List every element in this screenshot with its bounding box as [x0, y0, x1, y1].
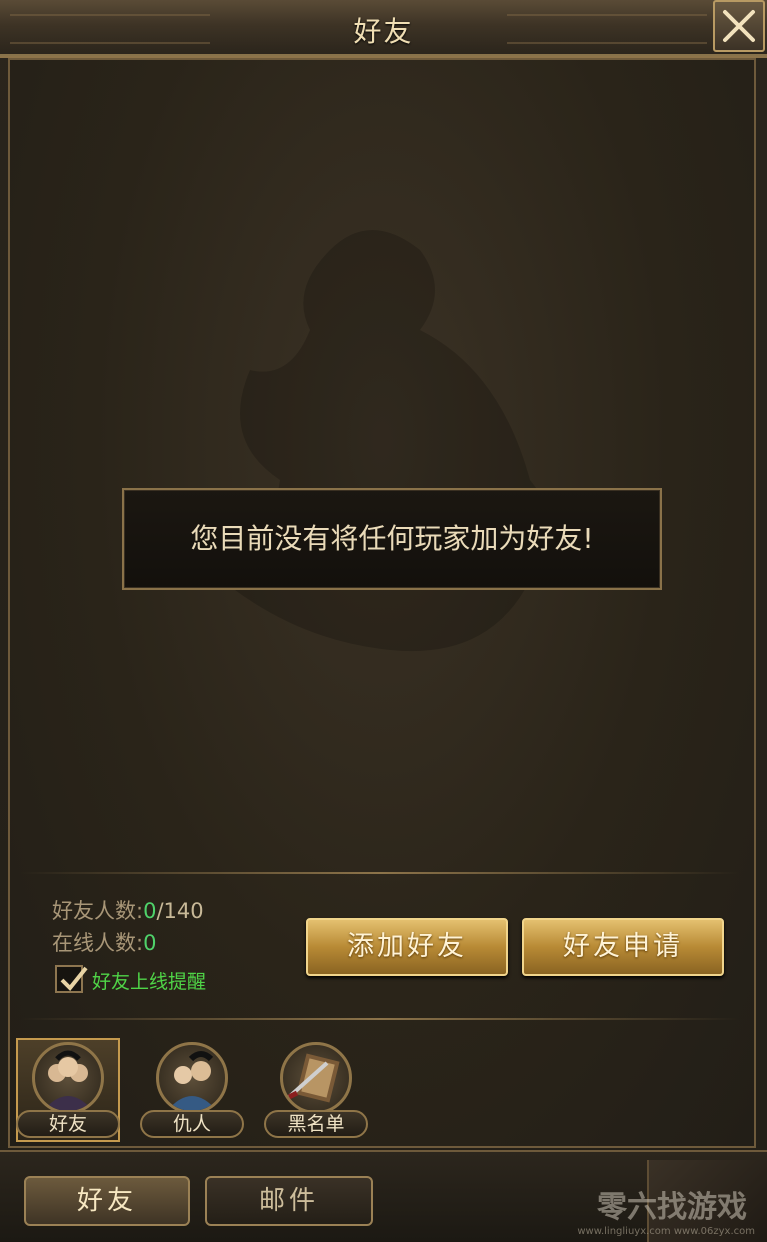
category-enemies-label: 仇人 [140, 1110, 244, 1138]
friends-window: 好友 您目前没有将任何玩家加为好友! 好友人数:0/140 在线人数:0 好友上… [0, 0, 767, 1242]
friends-portrait-icon [32, 1042, 104, 1114]
online-count-value: 0 [143, 931, 157, 955]
friend-count-row: 好友人数:0/140 [52, 895, 204, 925]
category-row: 好友 仇人 黑名单 [10, 1030, 750, 1142]
tab-friends[interactable]: 好友 [24, 1176, 190, 1226]
watermark-url: www.lingliuyx.com www.06zyx.com [577, 1226, 755, 1237]
friend-max-value: /140 [156, 899, 204, 923]
category-blacklist-label: 黑名单 [264, 1110, 368, 1138]
enemies-portrait-icon [156, 1042, 228, 1114]
friend-count-label: 好友人数: [52, 899, 144, 923]
online-count-label: 在线人数: [52, 931, 144, 955]
empty-message-text: 您目前没有将任何玩家加为好友! [190, 522, 594, 555]
category-friends[interactable]: 好友 [16, 1038, 120, 1142]
online-reminder-label[interactable]: 好友上线提醒 [92, 967, 206, 994]
close-icon [723, 10, 755, 42]
close-button[interactable] [713, 0, 765, 52]
friend-requests-button[interactable]: 好友申请 [522, 918, 724, 976]
blacklist-book-icon [280, 1042, 352, 1114]
hero-silhouette-icon [210, 230, 650, 652]
section-divider [20, 872, 740, 874]
category-enemies[interactable]: 仇人 [140, 1038, 244, 1142]
category-blacklist[interactable]: 黑名单 [264, 1038, 368, 1142]
window-title: 好友 [353, 15, 414, 48]
category-friends-label: 好友 [16, 1110, 120, 1138]
section-divider-2 [20, 1018, 740, 1020]
tab-mail[interactable]: 邮件 [205, 1176, 373, 1226]
online-count-row: 在线人数:0 [52, 927, 156, 957]
add-friend-button[interactable]: 添加好友 [306, 918, 508, 976]
empty-friends-message: 您目前没有将任何玩家加为好友! [122, 488, 662, 590]
watermark-logo: 零六找游戏 [597, 1190, 747, 1225]
title-bar: 好友 [0, 0, 767, 58]
bottom-tab-bar: 好友 邮件 零六找游戏 www.lingliuyx.com www.06zyx.… [0, 1150, 767, 1242]
online-reminder-checkbox[interactable] [55, 965, 88, 993]
friend-count-value: 0 [143, 899, 157, 923]
checkmark-icon [60, 966, 88, 991]
